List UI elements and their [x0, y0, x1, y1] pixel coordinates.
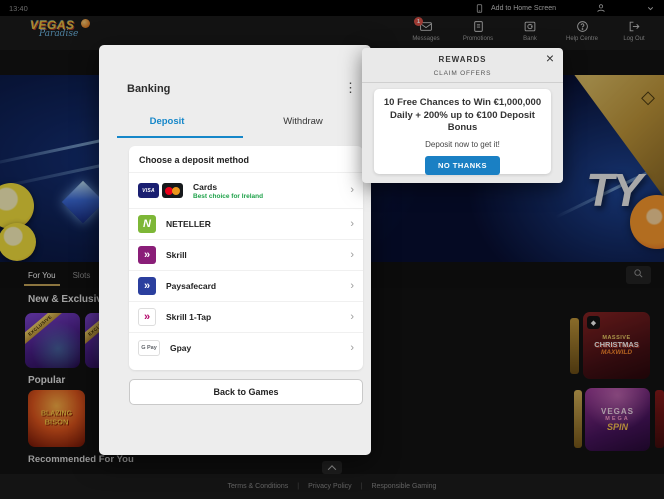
deposit-method-gpay[interactable]: G Pay Gpay ›	[129, 332, 363, 363]
back-to-games-button[interactable]: Back to Games	[129, 379, 363, 405]
method-name: Cards	[193, 182, 263, 192]
banking-modal-title: Banking	[127, 83, 170, 95]
chevron-right-icon: ›	[350, 185, 354, 196]
claim-offers-tab[interactable]: CLAIM OFFERS	[362, 70, 563, 77]
active-tab-underline	[117, 136, 243, 138]
method-name: Paysafecard	[166, 281, 216, 291]
method-name: Skrill	[166, 250, 187, 260]
casino-app-screen: 13:40 Add to Home Screen VEGAS Paradise …	[0, 0, 664, 499]
method-name: NETELLER	[166, 219, 211, 229]
kebab-menu-icon[interactable]: ⋮	[344, 80, 357, 96]
visa-icon: VISA	[138, 183, 159, 198]
offer-hint: Deposit now to get it!	[382, 140, 543, 149]
deposit-method-cards[interactable]: VISA Cards Best choice for Ireland ›	[129, 172, 363, 208]
gpay-icon: G Pay	[138, 340, 160, 356]
rewards-divider	[362, 82, 563, 83]
chevron-right-icon: ›	[350, 343, 354, 354]
banking-modal: Banking ⋮ Deposit Withdraw Choose a depo…	[99, 45, 371, 455]
chevron-right-icon: ›	[350, 250, 354, 261]
skrill-icon: »	[138, 246, 156, 264]
method-name: Skrill 1-Tap	[166, 312, 211, 322]
chevron-right-icon: ›	[350, 219, 354, 230]
choose-method-label: Choose a deposit method	[129, 146, 363, 172]
chevron-right-icon: ›	[350, 281, 354, 292]
method-name: Gpay	[170, 343, 191, 353]
method-subtitle: Best choice for Ireland	[193, 193, 263, 200]
offer-text: 10 Free Chances to Win €1,000,000 Daily …	[382, 97, 543, 135]
offer-card: 10 Free Chances to Win €1,000,000 Daily …	[374, 89, 551, 174]
tab-withdraw[interactable]: Withdraw	[235, 109, 371, 137]
chevron-right-icon: ›	[350, 312, 354, 323]
deposit-method-paysafecard[interactable]: » Paysafecard ›	[129, 270, 363, 301]
banking-tabs: Deposit Withdraw	[99, 109, 371, 137]
deposit-method-neteller[interactable]: N NETELLER ›	[129, 208, 363, 239]
mastercard-icon	[162, 183, 183, 198]
neteller-icon: N	[138, 215, 156, 233]
rewards-panel: REWARDS × CLAIM OFFERS 10 Free Chances t…	[362, 48, 563, 183]
tab-deposit[interactable]: Deposit	[99, 109, 235, 137]
close-icon[interactable]: ×	[546, 50, 554, 66]
rewards-title: REWARDS	[362, 55, 563, 64]
skrill-1tap-icon: »	[138, 308, 156, 326]
deposit-method-skrill[interactable]: » Skrill ›	[129, 239, 363, 270]
deposit-method-skrill-1tap[interactable]: » Skrill 1-Tap ›	[129, 301, 363, 332]
deposit-method-card: Choose a deposit method VISA Cards Best …	[129, 146, 363, 370]
no-thanks-button[interactable]: NO THANKS	[425, 156, 500, 175]
paysafecard-icon: »	[138, 277, 156, 295]
